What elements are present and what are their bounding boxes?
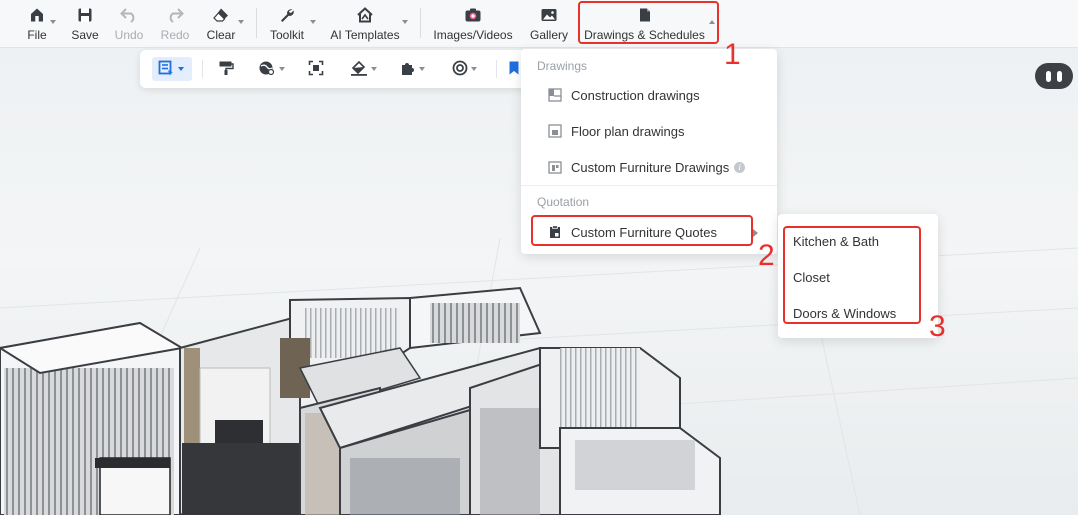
toolbar-divider: [420, 8, 421, 38]
clear-label: Clear: [206, 28, 236, 42]
highlight-box-custom-furniture-quotes: [531, 215, 753, 246]
redo-button[interactable]: Redo: [159, 4, 191, 44]
ai-assistant-button[interactable]: [1035, 63, 1073, 89]
menu-item-label: Floor plan drawings: [571, 123, 685, 139]
step-number-2: 2: [758, 239, 775, 272]
step-number-3: 3: [929, 310, 946, 343]
home-icon: [26, 4, 48, 26]
undo-label: Undo: [114, 28, 144, 42]
ai-templates-button[interactable]: AI Templates: [330, 4, 400, 44]
plugin-button[interactable]: [400, 57, 436, 81]
undo-button[interactable]: Undo: [113, 4, 145, 44]
save-icon: [74, 4, 96, 26]
menu-item-label: Construction drawings: [571, 87, 700, 103]
material-button[interactable]: [258, 57, 294, 81]
camera-icon: [462, 4, 484, 26]
toolkit-caret-icon[interactable]: [310, 20, 316, 24]
highlight-box-drawings-schedules: [578, 1, 719, 44]
floor-plan-icon: [547, 123, 563, 139]
robot-eye-right-icon: [1057, 70, 1062, 82]
info-icon[interactable]: i: [734, 161, 746, 173]
toolkit-label: Toolkit: [269, 28, 304, 42]
toolbar-divider: [256, 8, 257, 38]
wrench-icon: [276, 4, 298, 26]
material-globe-icon: [258, 60, 276, 79]
bookmark-button[interactable]: [508, 57, 522, 81]
menu-item-floor-plan-drawings[interactable]: Floor plan drawings: [529, 115, 769, 147]
menu-divider: [521, 185, 777, 186]
submenu-chevron-right-icon: [753, 229, 758, 237]
menu-item-construction-drawings[interactable]: Construction drawings: [529, 79, 769, 111]
save-button[interactable]: Save: [70, 4, 100, 44]
ai-templates-caret-icon[interactable]: [402, 20, 408, 24]
view-caret-icon: [471, 67, 477, 71]
target-icon: [452, 60, 468, 79]
frame-select-button[interactable]: [308, 57, 330, 81]
redo-label: Redo: [160, 28, 190, 42]
robot-eye-left-icon: [1046, 70, 1051, 82]
toolkit-button[interactable]: Toolkit: [268, 4, 306, 44]
menu-item-label: Custom Furniture Drawings: [571, 159, 730, 175]
eraser-icon: [210, 4, 232, 26]
paint-roller-icon: [218, 60, 234, 79]
gallery-image-icon: [538, 4, 560, 26]
file-button[interactable]: File: [24, 4, 50, 44]
paint-bucket-icon: [350, 60, 368, 79]
tool-divider: [496, 60, 497, 78]
ai-templates-label: AI Templates: [330, 28, 400, 42]
redo-icon: [164, 4, 186, 26]
gallery-button[interactable]: Gallery: [528, 4, 570, 44]
highlight-box-quote-categories: [783, 226, 921, 324]
material-caret-icon: [279, 67, 285, 71]
clear-caret-icon[interactable]: [238, 20, 244, 24]
main-toolbar: File Save Undo Redo Clear Toolkit AI Tem…: [0, 0, 1078, 48]
select-tool-button[interactable]: [152, 57, 192, 81]
drawings-section-header: Drawings: [537, 59, 588, 73]
select-list-icon: [158, 60, 174, 79]
plugin-caret-icon: [419, 67, 425, 71]
menu-item-custom-furniture-drawings[interactable]: Custom Furniture Drawings i: [529, 151, 769, 183]
select-caret-icon: [178, 67, 184, 71]
frame-select-icon: [308, 60, 324, 79]
undo-icon: [118, 4, 140, 26]
images-videos-label: Images/Videos: [433, 28, 513, 42]
construction-drawing-icon: [547, 87, 563, 103]
file-caret-icon[interactable]: [50, 20, 56, 24]
clear-button[interactable]: Clear: [205, 4, 237, 44]
quotation-section-header: Quotation: [537, 195, 590, 209]
tool-divider: [202, 60, 203, 78]
view-target-button[interactable]: [452, 57, 488, 81]
puzzle-icon: [400, 60, 416, 79]
fill-caret-icon: [371, 67, 377, 71]
gallery-label: Gallery: [529, 28, 568, 42]
bookmark-icon: [508, 60, 520, 79]
edit-tools-bar: [140, 50, 532, 88]
furniture-drawing-icon: [547, 159, 563, 175]
paint-roller-button[interactable]: [218, 57, 240, 81]
step-number-1: 1: [724, 38, 741, 71]
ai-house-icon: [354, 4, 376, 26]
file-label: File: [27, 28, 47, 42]
fill-tool-button[interactable]: [350, 57, 386, 81]
images-videos-button[interactable]: Images/Videos: [432, 4, 514, 44]
save-label: Save: [71, 28, 99, 42]
